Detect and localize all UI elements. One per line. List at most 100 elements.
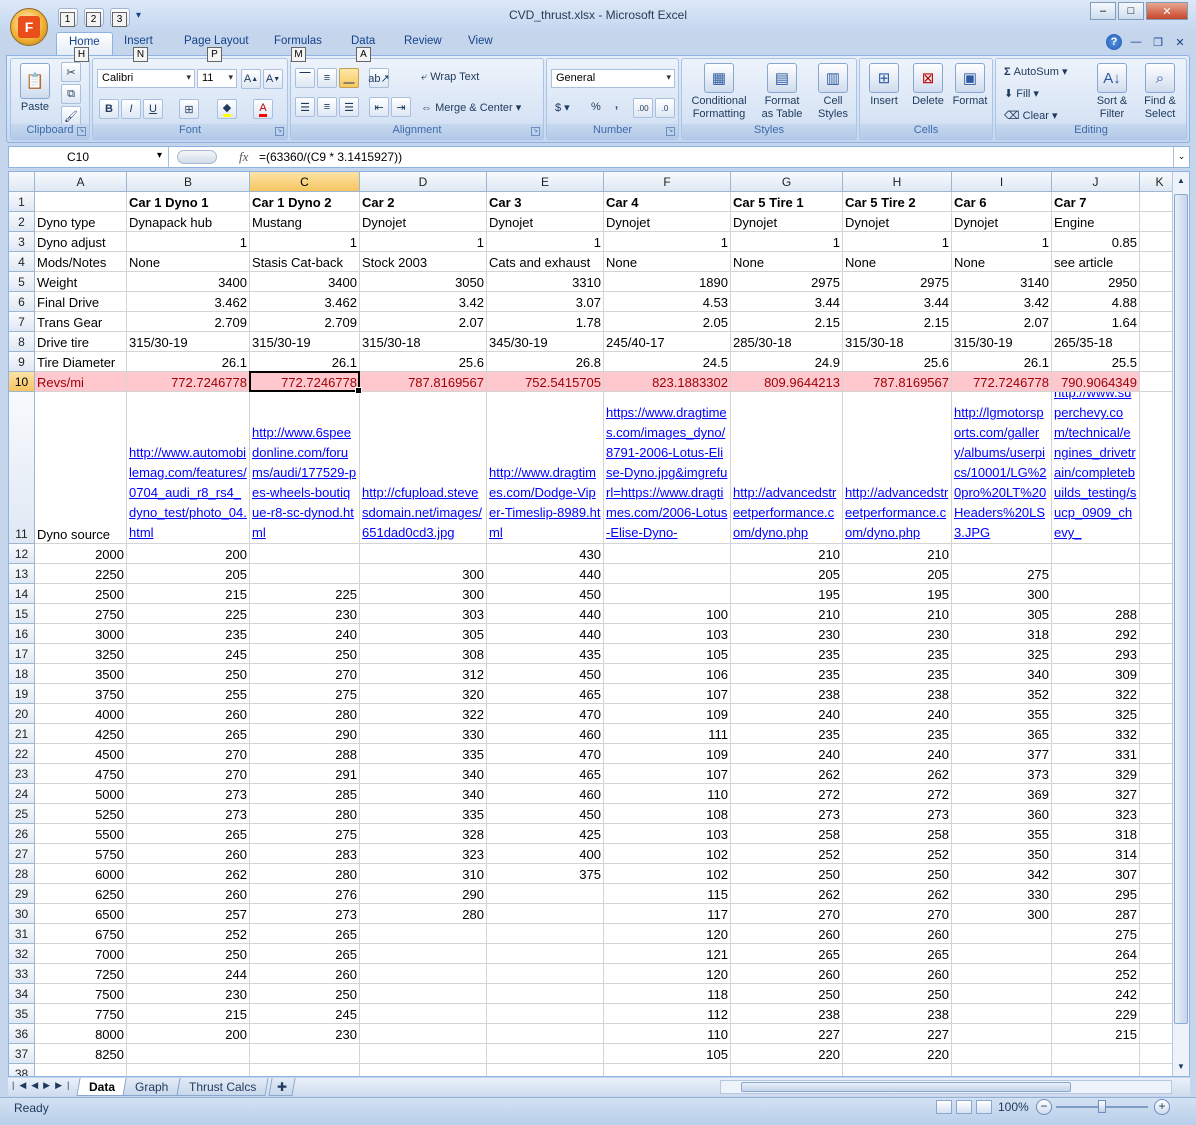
cell-e35[interactable]: [487, 1004, 604, 1024]
row-header-32[interactable]: 32: [9, 944, 35, 964]
cell-g31[interactable]: 260: [731, 924, 843, 944]
cell-h8[interactable]: 315/30-18: [843, 332, 952, 352]
delete-cells-button[interactable]: ⊠ Delete: [906, 63, 950, 108]
zoom-slider-thumb[interactable]: [1098, 1100, 1106, 1113]
cell-d21[interactable]: 330: [360, 724, 487, 744]
cell-c6[interactable]: 3.462: [250, 292, 360, 312]
cell-d4[interactable]: Stock 2003: [360, 252, 487, 272]
cell-g20[interactable]: 240: [731, 704, 843, 724]
cell-i1[interactable]: Car 6: [952, 192, 1052, 212]
cell-h12[interactable]: 210: [843, 544, 952, 564]
page-break-view-icon[interactable]: [976, 1100, 992, 1114]
cell-c18[interactable]: 270: [250, 664, 360, 684]
cell-f5[interactable]: 1890: [604, 272, 731, 292]
cell-g6[interactable]: 3.44: [731, 292, 843, 312]
cell-d33[interactable]: [360, 964, 487, 984]
cell-h31[interactable]: 260: [843, 924, 952, 944]
cell-h17[interactable]: 235: [843, 644, 952, 664]
hyperlink[interactable]: http://cfupload.stevesdomain.net/images/…: [362, 483, 484, 543]
cell-g27[interactable]: 252: [731, 844, 843, 864]
cell-b28[interactable]: 262: [127, 864, 250, 884]
tab-insert[interactable]: Insert: [124, 35, 153, 47]
cell-d5[interactable]: 3050: [360, 272, 487, 292]
row-header-6[interactable]: 6: [9, 292, 35, 312]
cell-e2[interactable]: Dynojet: [487, 212, 604, 232]
comma-button[interactable]: ,: [615, 99, 618, 111]
cell-f18[interactable]: 106: [604, 664, 731, 684]
cell-a9[interactable]: Tire Diameter: [35, 352, 127, 372]
cell-i28[interactable]: 342: [952, 864, 1052, 884]
cell-e37[interactable]: [487, 1044, 604, 1064]
cell-e27[interactable]: 400: [487, 844, 604, 864]
cell-h36[interactable]: 227: [843, 1024, 952, 1044]
cell-b8[interactable]: 315/30-19: [127, 332, 250, 352]
cell-d10[interactable]: 787.8169567: [360, 372, 487, 392]
cell-e36[interactable]: [487, 1024, 604, 1044]
cell-j2[interactable]: Engine: [1052, 212, 1140, 232]
cell-b37[interactable]: [127, 1044, 250, 1064]
cell-j37[interactable]: [1052, 1044, 1140, 1064]
cell-f8[interactable]: 245/40-17: [604, 332, 731, 352]
help-icon[interactable]: ?: [1106, 34, 1122, 50]
cell-d26[interactable]: 328: [360, 824, 487, 844]
cell-i18[interactable]: 340: [952, 664, 1052, 684]
cell-h28[interactable]: 250: [843, 864, 952, 884]
cell-i30[interactable]: 300: [952, 904, 1052, 924]
restore-workbook-icon[interactable]: —: [1128, 34, 1144, 50]
cell-j14[interactable]: [1052, 584, 1140, 604]
row-header-29[interactable]: 29: [9, 884, 35, 904]
row-header-20[interactable]: 20: [9, 704, 35, 724]
cell-i20[interactable]: 355: [952, 704, 1052, 724]
cell-g25[interactable]: 273: [731, 804, 843, 824]
cell-b29[interactable]: 260: [127, 884, 250, 904]
row-header-37[interactable]: 37: [9, 1044, 35, 1064]
cell-g1[interactable]: Car 5 Tire 1: [731, 192, 843, 212]
cell-e6[interactable]: 3.07: [487, 292, 604, 312]
row-header-4[interactable]: 4: [9, 252, 35, 272]
cell-g11[interactable]: http://advancedstreetperformance.com/dyn…: [731, 392, 843, 544]
cell-e12[interactable]: 430: [487, 544, 604, 564]
vertical-scroll-thumb[interactable]: [1174, 194, 1188, 1024]
conditional-formatting-button[interactable]: ▦ Conditional Formatting: [684, 63, 754, 121]
cell-j16[interactable]: 292: [1052, 624, 1140, 644]
cell-c13[interactable]: [250, 564, 360, 584]
cell-g12[interactable]: 210: [731, 544, 843, 564]
cell-d18[interactable]: 312: [360, 664, 487, 684]
cell-b22[interactable]: 270: [127, 744, 250, 764]
cell-f13[interactable]: [604, 564, 731, 584]
cell-a31[interactable]: 6750: [35, 924, 127, 944]
cell-a12[interactable]: 2000: [35, 544, 127, 564]
cell-f10[interactable]: 823.1883302: [604, 372, 731, 392]
cell-d2[interactable]: Dynojet: [360, 212, 487, 232]
cell-a13[interactable]: 2250: [35, 564, 127, 584]
cell-j10[interactable]: 790.9064349: [1052, 372, 1140, 392]
cell-a22[interactable]: 4500: [35, 744, 127, 764]
cell-j30[interactable]: 287: [1052, 904, 1140, 924]
cut-icon[interactable]: ✂: [61, 62, 81, 82]
cell-a35[interactable]: 7750: [35, 1004, 127, 1024]
cell-i38[interactable]: [952, 1064, 1052, 1076]
cell-c37[interactable]: [250, 1044, 360, 1064]
row-header-24[interactable]: 24: [9, 784, 35, 804]
cell-h38[interactable]: [843, 1064, 952, 1076]
row-header-12[interactable]: 12: [9, 544, 35, 564]
cell-b6[interactable]: 3.462: [127, 292, 250, 312]
cell-d30[interactable]: 280: [360, 904, 487, 924]
cell-d16[interactable]: 305: [360, 624, 487, 644]
hyperlink[interactable]: http://www.dragtimes.com/Dodge-Viper-Tim…: [489, 463, 601, 543]
bold-button[interactable]: B: [99, 99, 119, 119]
hyperlink[interactable]: http://www.6speedonline.com/forums/audi/…: [252, 423, 357, 543]
cell-f7[interactable]: 2.05: [604, 312, 731, 332]
scroll-down-icon[interactable]: ▼: [1174, 1060, 1188, 1074]
cell-j23[interactable]: 329: [1052, 764, 1140, 784]
cell-c7[interactable]: 2.709: [250, 312, 360, 332]
increase-indent-icon[interactable]: ⇥: [391, 97, 411, 117]
horizontal-scrollbar[interactable]: [720, 1080, 1172, 1094]
cell-h9[interactable]: 25.6: [843, 352, 952, 372]
cell-j9[interactable]: 25.5: [1052, 352, 1140, 372]
cell-g16[interactable]: 230: [731, 624, 843, 644]
row-header-21[interactable]: 21: [9, 724, 35, 744]
currency-button[interactable]: $ ▾: [555, 101, 570, 114]
cell-h33[interactable]: 260: [843, 964, 952, 984]
cell-i16[interactable]: 318: [952, 624, 1052, 644]
